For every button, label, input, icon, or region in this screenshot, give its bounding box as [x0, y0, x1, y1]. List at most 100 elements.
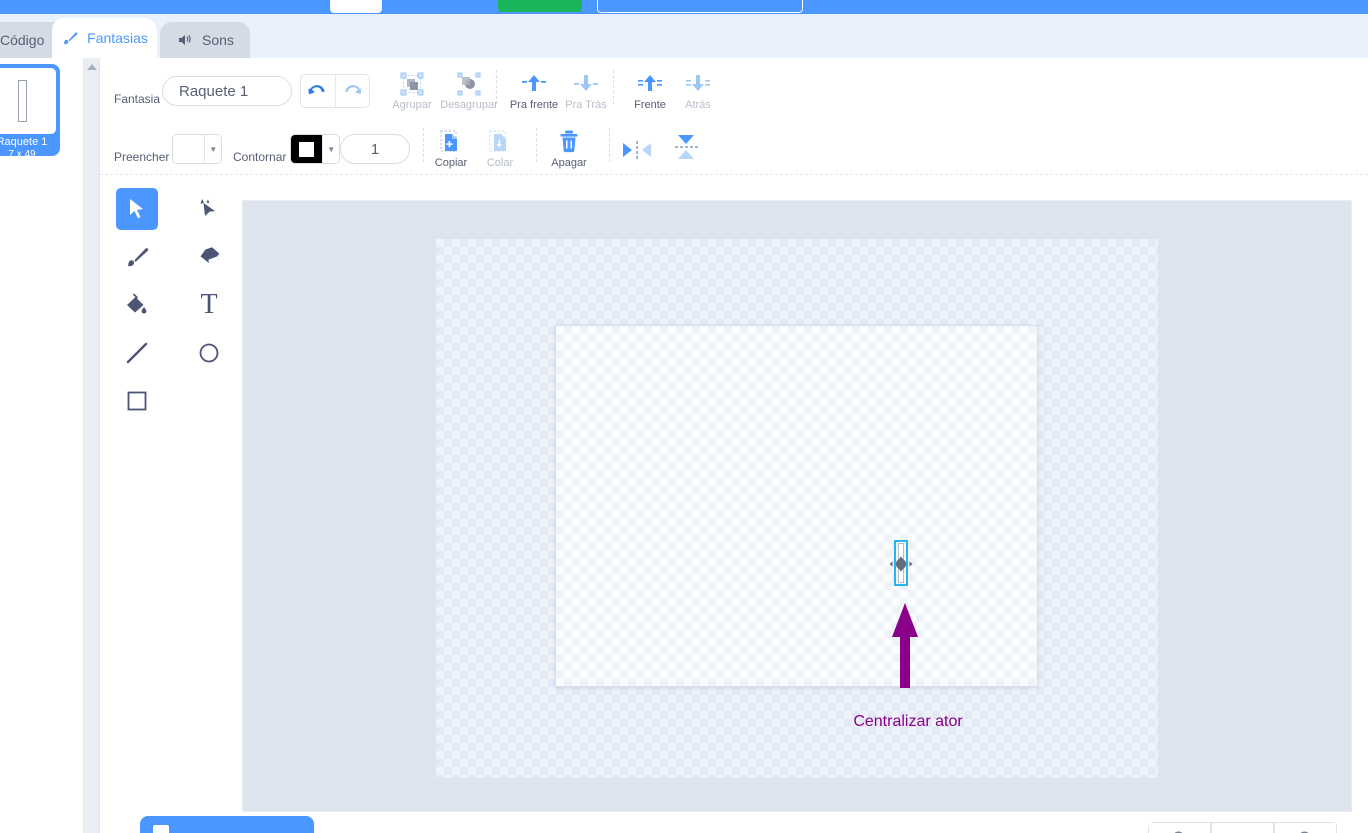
menubar-white-button[interactable]	[330, 0, 382, 13]
ungroup-button[interactable]: Desagrupar	[440, 70, 498, 111]
tab-fantasias-label: Fantasias	[87, 30, 148, 46]
undo-redo-group	[300, 74, 370, 108]
costume-list-scrollbar[interactable]	[84, 58, 100, 833]
delete-label: Apagar	[551, 157, 587, 169]
paste-label: Colar	[486, 157, 514, 169]
tab-sons-label: Sons	[202, 32, 234, 48]
ellipse-tool[interactable]	[188, 332, 230, 374]
square-icon	[127, 391, 147, 411]
costume-thumbnail	[0, 68, 56, 134]
select-tool[interactable]	[116, 188, 158, 230]
backward-label: Pra Trás	[565, 99, 607, 111]
selected-costume-object[interactable]	[889, 540, 913, 586]
toolbar-divider	[536, 128, 537, 162]
forward-button[interactable]: Pra frente	[505, 70, 563, 111]
rectangle-tool[interactable]	[116, 380, 158, 422]
paste-button[interactable]: Colar	[471, 128, 529, 169]
top-menu-bar	[0, 0, 1368, 14]
menubar-green-button[interactable]	[498, 0, 582, 12]
eraser-icon	[200, 247, 220, 265]
scroll-up-icon[interactable]	[87, 64, 97, 70]
costume-list-panel: Raquete 1 7 x 49	[0, 58, 84, 833]
zoom-in-button[interactable]	[1274, 822, 1337, 833]
forward-label: Pra frente	[509, 99, 559, 111]
undo-button[interactable]	[301, 75, 335, 107]
tab-bar: Código Fantasias Sons	[0, 14, 1368, 58]
reshape-icon	[200, 199, 215, 216]
group-button[interactable]: Agrupar	[383, 70, 441, 111]
undo-icon	[308, 85, 325, 95]
paint-bucket-icon	[127, 293, 147, 314]
tool-palette: T	[114, 188, 234, 448]
front-icon	[637, 70, 663, 96]
scratch-paint-editor: Código Fantasias Sons Raquete 1 7 x 49 F…	[0, 0, 1368, 833]
outline-label: Contornar	[233, 150, 287, 164]
flip-vertical-icon	[674, 134, 698, 160]
toolbar-divider	[496, 70, 497, 104]
copy-icon	[439, 128, 463, 154]
ungroup-label: Desagrupar	[440, 99, 498, 111]
line-width-input[interactable]: 1	[340, 134, 410, 164]
paste-icon	[488, 128, 512, 154]
chevron-down-icon: ▼	[322, 135, 339, 163]
fill-color-swatch[interactable]: ▼	[172, 134, 222, 164]
line-icon	[126, 342, 148, 364]
zoom-out-button[interactable]	[1148, 822, 1211, 833]
line-tool[interactable]	[116, 332, 158, 374]
move-crosshair-handle[interactable]	[889, 556, 913, 572]
costume-thumbnail-shape	[17, 80, 27, 122]
redo-icon	[345, 85, 362, 94]
trash-icon	[558, 128, 580, 154]
paint-toolbar-row-1: Fantasia Raquete 1 Agrupar Desagrupar Pr…	[100, 58, 1368, 116]
flip-vertical-button[interactable]	[657, 134, 715, 160]
annotation-arrow-icon	[891, 603, 919, 688]
paint-toolbar-row-2: Preencher ▼ Contornar ▼ 1 Copiar Colar A…	[100, 116, 1368, 174]
paint-canvas[interactable]: Centralizar ator	[242, 200, 1352, 812]
paint-toolbar: Fantasia Raquete 1 Agrupar Desagrupar Pr…	[100, 58, 1368, 175]
costume-name-input[interactable]: Raquete 1	[162, 76, 292, 106]
backward-icon	[573, 70, 599, 96]
bottom-selected-sprite-chip[interactable]	[140, 816, 314, 833]
menubar-project-name-field[interactable]	[597, 0, 803, 13]
reshape-tool[interactable]	[188, 188, 230, 230]
fill-label: Preencher	[114, 150, 170, 164]
tab-fantasias[interactable]: Fantasias	[52, 18, 157, 58]
canvas-stage-bounds	[555, 325, 1038, 687]
annotation-label: Centralizar ator	[853, 713, 963, 730]
outline-color-preview	[291, 135, 323, 163]
back-button[interactable]: Atrás	[669, 70, 727, 111]
delete-button[interactable]: Apagar	[540, 128, 598, 169]
chevron-down-icon: ▼	[204, 135, 221, 163]
front-label: Frente	[634, 99, 666, 111]
outline-color-swatch[interactable]: ▼	[290, 134, 340, 164]
tab-sons[interactable]: Sons	[160, 22, 250, 58]
copy-label: Copiar	[434, 157, 468, 169]
circle-icon	[199, 343, 219, 363]
costume-item-size: 7 x 49	[8, 149, 36, 160]
cursor-icon	[130, 199, 143, 219]
back-icon	[685, 70, 711, 96]
eraser-tool[interactable]	[188, 236, 230, 278]
costume-item-name: Raquete 1	[0, 136, 48, 148]
brush-tool[interactable]	[116, 236, 158, 278]
text-tool[interactable]: T	[188, 284, 230, 326]
back-label: Atrás	[685, 99, 711, 111]
group-label: Agrupar	[392, 99, 432, 111]
group-icon	[400, 70, 424, 96]
redo-button[interactable]	[334, 75, 369, 107]
canvas-zoom-controls	[1148, 822, 1338, 833]
brush-icon	[128, 248, 149, 267]
costume-name-label: Fantasia	[114, 92, 161, 106]
forward-icon	[521, 70, 547, 96]
paint-editor-pane: Fantasia Raquete 1 Agrupar Desagrupar Pr…	[100, 58, 1368, 833]
flip-horizontal-icon	[622, 134, 652, 160]
costume-chip-icon	[153, 825, 169, 833]
paintbrush-icon	[61, 29, 79, 47]
fill-tool[interactable]	[116, 284, 158, 326]
costume-list-item-raquete-1[interactable]: Raquete 1 7 x 49	[0, 64, 60, 160]
ungroup-icon	[457, 70, 481, 96]
toolbar-divider	[613, 70, 614, 104]
zoom-reset-button[interactable]	[1211, 822, 1274, 833]
fill-color-preview	[173, 135, 205, 163]
backward-button[interactable]: Pra Trás	[557, 70, 615, 111]
